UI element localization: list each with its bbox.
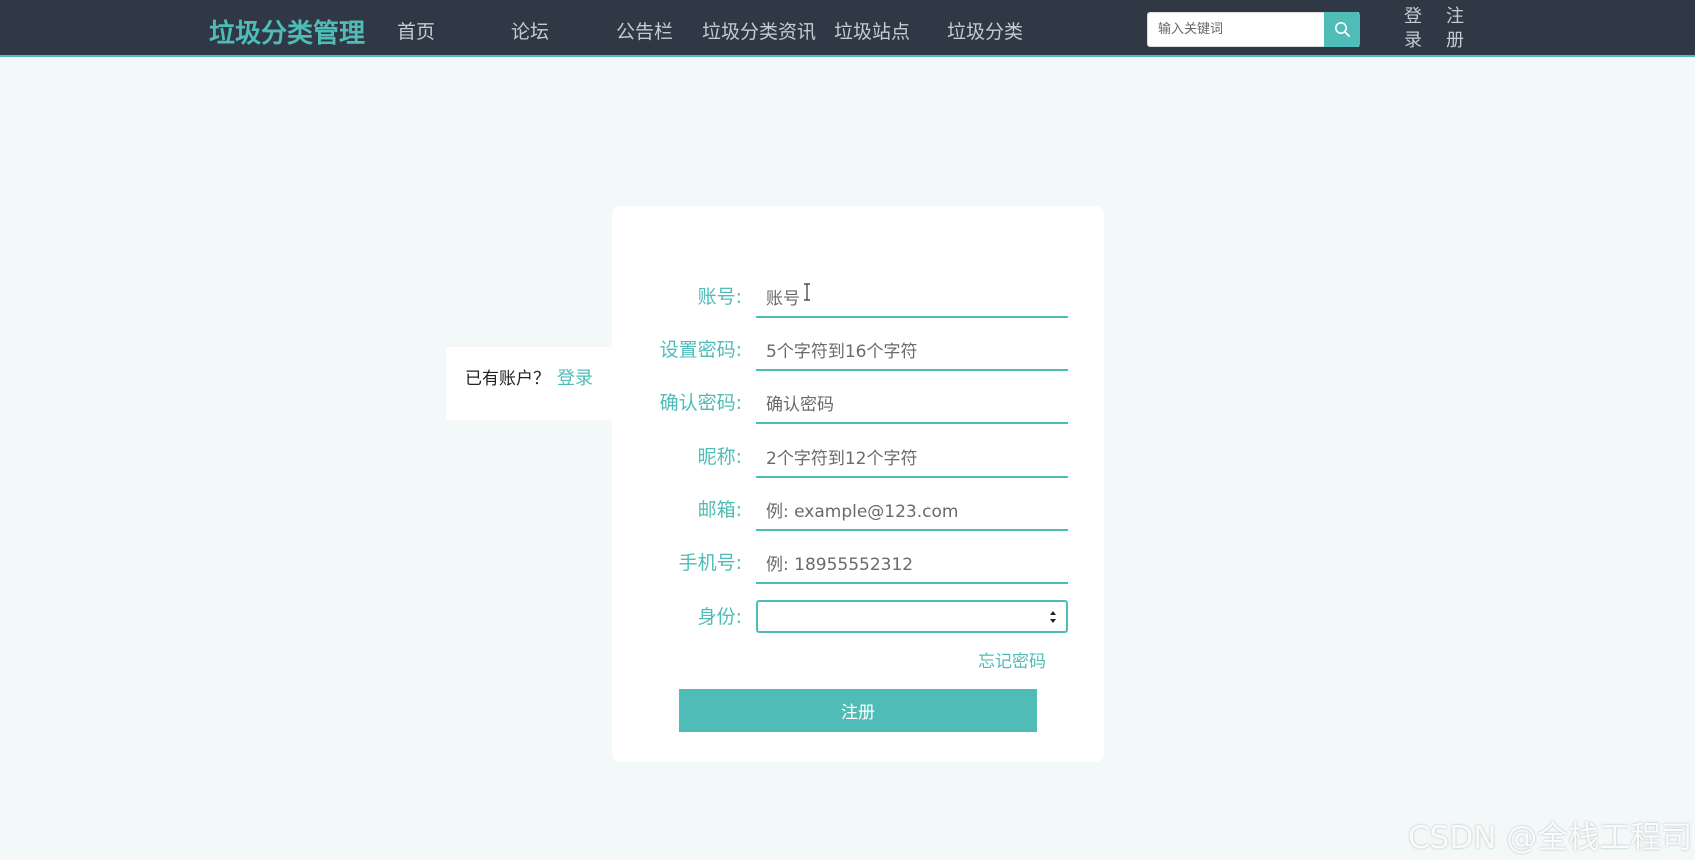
login-prompt-card: 已有账户？ 登录 bbox=[446, 347, 614, 420]
brand-title[interactable]: 垃圾分类管理 bbox=[209, 13, 365, 50]
account-label: 账号: bbox=[697, 286, 742, 308]
header-login-link[interactable]: 登录 bbox=[1403, 5, 1423, 53]
header-register-link[interactable]: 注册 bbox=[1445, 5, 1465, 53]
side-login-link[interactable]: 登录 bbox=[557, 364, 593, 390]
register-submit-button[interactable]: 注册 bbox=[679, 689, 1037, 732]
nav-forum[interactable]: 论坛 bbox=[511, 17, 549, 44]
forgot-password-link[interactable]: 忘记密码 bbox=[978, 647, 1046, 672]
confirm-password-label: 确认密码: bbox=[659, 392, 742, 414]
top-navbar: 垃圾分类管理 首页 论坛 公告栏 垃圾分类资讯 垃圾站点 垃圾分类 登录 注册 bbox=[0, 0, 1695, 57]
watermark: CSDN @全栈工程司 bbox=[1408, 820, 1693, 856]
phone-label: 手机号: bbox=[678, 552, 742, 574]
nav-bulletin[interactable]: 公告栏 bbox=[616, 17, 673, 44]
nav-news[interactable]: 垃圾分类资讯 bbox=[702, 17, 816, 44]
search-button[interactable] bbox=[1324, 12, 1360, 47]
nav-home[interactable]: 首页 bbox=[397, 17, 435, 44]
text-cursor-icon bbox=[804, 283, 810, 301]
have-account-text: 已有账户？ bbox=[465, 369, 550, 389]
role-label: 身份: bbox=[697, 606, 742, 628]
search-icon bbox=[1334, 22, 1350, 37]
email-label: 邮箱: bbox=[697, 499, 742, 521]
role-select[interactable] bbox=[758, 602, 1066, 631]
register-form: 账号: 设置密码: 确认密码: 昵称: 邮箱: 手机号: 身份: 忘记密码 注册 bbox=[612, 206, 1104, 762]
nav-classification[interactable]: 垃圾分类 bbox=[947, 17, 1023, 44]
email-input[interactable] bbox=[756, 495, 1068, 531]
password-label: 设置密码: bbox=[659, 339, 742, 361]
password-input[interactable] bbox=[756, 335, 1068, 371]
nav-stations[interactable]: 垃圾站点 bbox=[834, 17, 910, 44]
confirm-password-input[interactable] bbox=[756, 388, 1068, 424]
phone-input[interactable] bbox=[756, 548, 1068, 584]
nickname-label: 昵称: bbox=[697, 446, 742, 468]
role-select-wrapper bbox=[756, 600, 1068, 633]
nickname-input[interactable] bbox=[756, 442, 1068, 478]
